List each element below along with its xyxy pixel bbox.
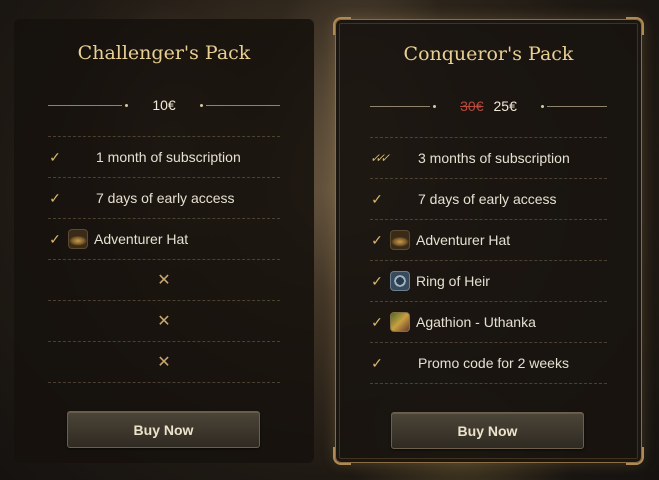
price-row: 30€ 25€	[370, 95, 607, 117]
buy-now-button[interactable]: Buy Now	[391, 412, 584, 449]
ring-icon[interactable]	[390, 271, 410, 291]
divider	[199, 103, 281, 107]
checkmark-icon: ✓	[371, 313, 383, 330]
corner-ornament	[333, 17, 351, 35]
conqueror-pack-card: Conqueror's Pack 30€ 25€ ✓✓✓ 3 months of…	[333, 17, 644, 465]
challenger-pack-card: Challenger's Pack 10€ ✓ 1 month of subsc…	[14, 19, 314, 463]
divider	[540, 104, 607, 108]
hat-icon[interactable]	[390, 230, 410, 250]
feature-label: Ring of Heir	[416, 273, 490, 289]
cross-icon: ✕	[157, 313, 171, 330]
feature-row-empty: ✕	[48, 300, 280, 341]
feature-label: 1 month of subscription	[96, 149, 241, 165]
feature-list: ✓ 1 month of subscription ✓ 7 days of ea…	[48, 136, 280, 383]
feature-row: ✓✓✓ 3 months of subscription	[370, 137, 607, 178]
corner-ornament	[626, 17, 644, 35]
checkmark-icon: ✓	[371, 190, 383, 207]
checkmark-icon: ✓	[371, 272, 383, 289]
feature-label: 7 days of early access	[96, 190, 235, 206]
feature-row: ✓ 1 month of subscription	[48, 136, 280, 177]
pack-title: Conqueror's Pack	[403, 43, 574, 65]
price: 25€	[493, 98, 517, 114]
old-price: 30€	[460, 98, 484, 114]
checkmark-icon: ✓	[371, 231, 383, 248]
feature-label: Adventurer Hat	[94, 231, 189, 247]
checkmark-icon: ✓	[49, 230, 61, 247]
feature-row: ✓ 7 days of early access	[48, 177, 280, 218]
feature-row: ✓ Adventurer Hat	[48, 218, 280, 259]
divider	[370, 104, 437, 108]
feature-label: 7 days of early access	[418, 191, 557, 207]
feature-list: ✓✓✓ 3 months of subscription ✓ 7 days of…	[370, 137, 607, 384]
feature-row-empty: ✕	[48, 341, 280, 383]
price: 10€	[152, 97, 176, 113]
buy-now-button[interactable]: Buy Now	[67, 411, 260, 448]
triple-checkmark-icon: ✓✓✓	[370, 151, 390, 165]
price-row: 10€	[48, 94, 281, 116]
feature-label: 3 months of subscription	[418, 150, 570, 166]
feature-row: ✓ Adventurer Hat	[370, 219, 607, 260]
feature-row-empty: ✕	[48, 259, 280, 300]
corner-ornament	[626, 447, 644, 465]
feature-label: Promo code for 2 weeks	[418, 355, 569, 371]
feature-label: Adventurer Hat	[416, 232, 511, 248]
feature-label: Agathion - Uthanka	[416, 314, 536, 330]
cross-icon: ✕	[157, 354, 171, 371]
feature-row: ✓ Promo code for 2 weeks	[370, 342, 607, 384]
checkmark-icon: ✓	[49, 189, 61, 206]
cross-icon: ✕	[157, 272, 171, 289]
pack-title: Challenger's Pack	[77, 42, 251, 64]
checkmark-icon: ✓	[371, 354, 383, 371]
hat-icon[interactable]	[68, 229, 88, 249]
feature-row: ✓ Ring of Heir	[370, 260, 607, 301]
feature-row: ✓ 7 days of early access	[370, 178, 607, 219]
checkmark-icon: ✓	[49, 148, 61, 165]
divider	[48, 103, 129, 107]
feature-row: ✓ Agathion - Uthanka	[370, 301, 607, 342]
corner-ornament	[333, 447, 351, 465]
agathion-icon[interactable]	[390, 312, 410, 332]
